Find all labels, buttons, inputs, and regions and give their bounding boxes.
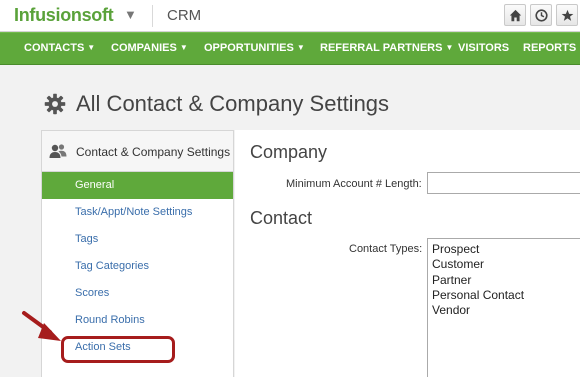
company-section-title: Company: [250, 142, 328, 162]
app-switcher-chevron-icon[interactable]: ▼: [124, 7, 137, 22]
nav-opportunities[interactable]: OPPORTUNITIES ▼: [204, 42, 305, 54]
sidebar-item-round-robins[interactable]: Round Robins: [42, 307, 233, 334]
sidebar-heading: Contact & Company Settings: [76, 145, 231, 159]
list-item[interactable]: Customer: [432, 257, 580, 272]
chevron-down-icon: ▼: [87, 43, 96, 52]
list-item[interactable]: Personal Contact: [432, 288, 580, 303]
app-name: CRM: [167, 7, 202, 24]
infusionsoft-logo[interactable]: Infusionsoft: [14, 5, 114, 26]
chevron-down-icon: ▼: [296, 43, 305, 52]
settings-content: Company Minimum Account # Length: Contac…: [235, 130, 580, 377]
star-icon: [561, 9, 573, 21]
list-item[interactable]: Vendor: [432, 303, 580, 318]
home-icon: [509, 9, 521, 21]
sidebar-item-general[interactable]: General: [42, 172, 233, 199]
sidebar-item-tag-categories[interactable]: Tag Categories: [42, 253, 233, 280]
recent-button[interactable]: [530, 4, 552, 26]
gear-icon: [44, 93, 66, 115]
contact-section-title: Contact: [250, 208, 313, 228]
chevron-down-icon: ▼: [445, 43, 454, 52]
nav-reports[interactable]: REPORTS▼: [523, 42, 580, 54]
min-account-length-input[interactable]: [427, 172, 580, 194]
contact-types-label: Contact Types:: [349, 243, 423, 255]
main-nav: CONTACTS ▼ COMPANIES ▼ OPPORTUNITIES ▼ REFE…: [0, 32, 580, 65]
top-bar: Infusionsoft ▼ CRM: [0, 0, 580, 32]
annotation-arrow: [22, 311, 61, 341]
list-item[interactable]: Partner: [432, 273, 580, 288]
contact-types-list[interactable]: Prospect Customer Partner Personal Conta…: [427, 238, 580, 377]
divider: [152, 5, 153, 27]
nav-contacts[interactable]: CONTACTS ▼: [24, 42, 95, 54]
favorites-button[interactable]: [556, 4, 578, 26]
nav-referral-partners[interactable]: REFERRAL PARTNERS ▼: [320, 42, 453, 54]
contacts-icon: [49, 144, 67, 158]
min-account-length-label: Minimum Account # Length:: [286, 178, 422, 190]
clock-icon: [534, 8, 548, 22]
page-title: All Contact & Company Settings: [76, 91, 390, 116]
home-button[interactable]: [504, 4, 526, 26]
sidebar-header: Contact & Company Settings: [42, 131, 233, 172]
nav-companies[interactable]: COMPANIES ▼: [111, 42, 188, 54]
sidebar-item-scores[interactable]: Scores: [42, 280, 233, 307]
nav-visitors[interactable]: VISITORS: [458, 42, 509, 54]
annotation-highlight: [61, 336, 175, 363]
chevron-down-icon: ▼: [179, 43, 188, 52]
list-item[interactable]: Prospect: [432, 242, 580, 257]
sidebar-item-tags[interactable]: Tags: [42, 226, 233, 253]
sidebar-item-task-appt-note-settings[interactable]: Task/Appt/Note Settings: [42, 199, 233, 226]
